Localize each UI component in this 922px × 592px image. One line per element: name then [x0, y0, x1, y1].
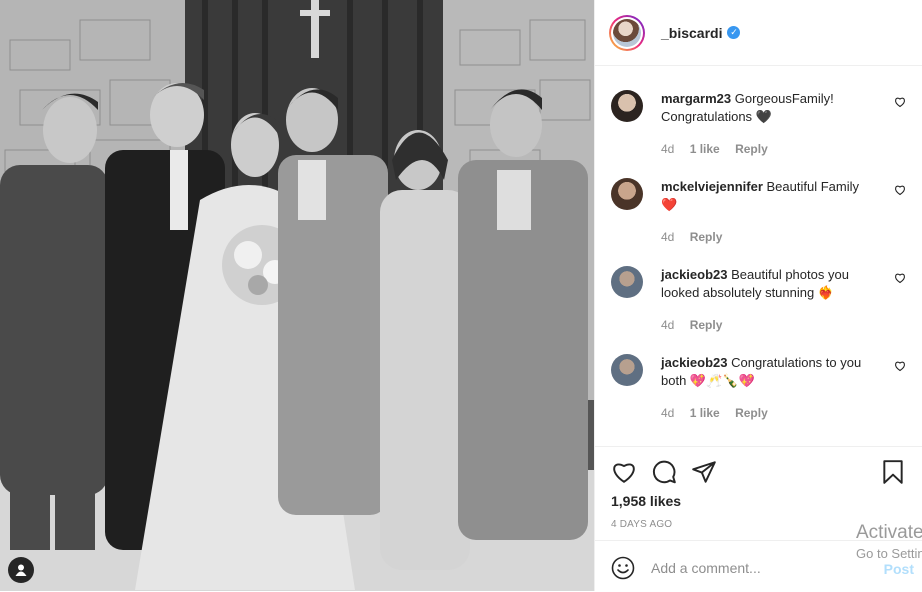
- watermark-subtitle: Go to Settings to activate Windows.: [856, 546, 922, 561]
- like-comment-icon[interactable]: [894, 272, 906, 284]
- comment-text: jackieob23 Congratulations to you both 💖…: [661, 354, 878, 390]
- like-comment-icon[interactable]: [894, 360, 906, 372]
- comment-username[interactable]: margarm23: [661, 91, 731, 106]
- author-avatar[interactable]: [609, 14, 645, 51]
- share-icon[interactable]: [691, 459, 717, 485]
- commenter-avatar[interactable]: [611, 90, 643, 122]
- comment-item: mckelviejennifer Beautiful Family ❤️ 4d …: [611, 178, 906, 248]
- save-bookmark-icon[interactable]: [880, 459, 906, 485]
- action-icons: [609, 459, 908, 487]
- comment-text: mckelviejennifer Beautiful Family ❤️: [661, 178, 878, 214]
- comment-meta: 4d 1 like Reply: [661, 142, 780, 156]
- author-username[interactable]: _biscardi: [661, 25, 722, 41]
- commenter-avatar[interactable]: [611, 266, 643, 298]
- like-comment-icon[interactable]: [894, 184, 906, 196]
- comment-input[interactable]: Add a comment...: [651, 560, 761, 576]
- comment-likes[interactable]: 1 like: [690, 406, 720, 420]
- comment-meta: 4d 1 like Reply: [661, 406, 780, 420]
- comment-time: 4d: [661, 406, 675, 420]
- comment-item: jackieob23 Congratulations to you both 💖…: [611, 354, 906, 424]
- comment-meta: 4d Reply: [661, 318, 734, 332]
- likes-count[interactable]: 1,958 likes: [611, 493, 681, 509]
- comment-username[interactable]: jackieob23: [661, 355, 728, 370]
- comment-text: jackieob23 Beautiful photos you looked a…: [661, 266, 878, 302]
- post-header: _biscardi ✓: [595, 0, 922, 66]
- tagged-users-button[interactable]: [8, 557, 34, 583]
- comment-time: 4d: [661, 318, 675, 332]
- comment-username[interactable]: mckelviejennifer: [661, 179, 763, 194]
- comment-time: 4d: [661, 230, 675, 244]
- user-icon: [15, 564, 27, 576]
- emoji-icon[interactable]: [611, 556, 635, 580]
- comment-item: margarm23 GorgeousFamily! Congratulation…: [611, 90, 906, 160]
- post-comment-button[interactable]: Post: [884, 561, 914, 577]
- like-heart-icon[interactable]: [611, 459, 637, 485]
- like-comment-icon[interactable]: [894, 96, 906, 108]
- post-side-panel: _biscardi ✓ margarm23 GorgeousFamily! Co…: [594, 0, 922, 591]
- post-photo[interactable]: [0, 0, 594, 591]
- comment-item: jackieob23 Beautiful photos you looked a…: [611, 266, 906, 336]
- commenter-avatar[interactable]: [611, 354, 643, 386]
- reply-button[interactable]: Reply: [735, 406, 768, 420]
- verified-badge-icon: ✓: [727, 26, 741, 39]
- reply-button[interactable]: Reply: [690, 318, 723, 332]
- comment-icon[interactable]: [651, 459, 677, 485]
- post-timestamp[interactable]: 4 DAYS AGO: [611, 519, 672, 530]
- comment-meta: 4d Reply: [661, 230, 734, 244]
- post-actions: 1,958 likes 4 DAYS AGO: [595, 446, 922, 530]
- commenter-avatar[interactable]: [611, 178, 643, 210]
- comment-time: 4d: [661, 142, 675, 156]
- comment-likes[interactable]: 1 like: [690, 142, 720, 156]
- reply-button[interactable]: Reply: [735, 142, 768, 156]
- watermark-title: Activate Windows: [856, 522, 922, 543]
- activate-windows-watermark: Activate Windows Go to Settings to activ…: [856, 522, 922, 561]
- comments-list[interactable]: margarm23 GorgeousFamily! Congratulation…: [595, 66, 922, 446]
- comment-username[interactable]: jackieob23: [661, 267, 728, 282]
- comment-text: margarm23 GorgeousFamily! Congratulation…: [661, 90, 878, 126]
- reply-button[interactable]: Reply: [690, 230, 723, 244]
